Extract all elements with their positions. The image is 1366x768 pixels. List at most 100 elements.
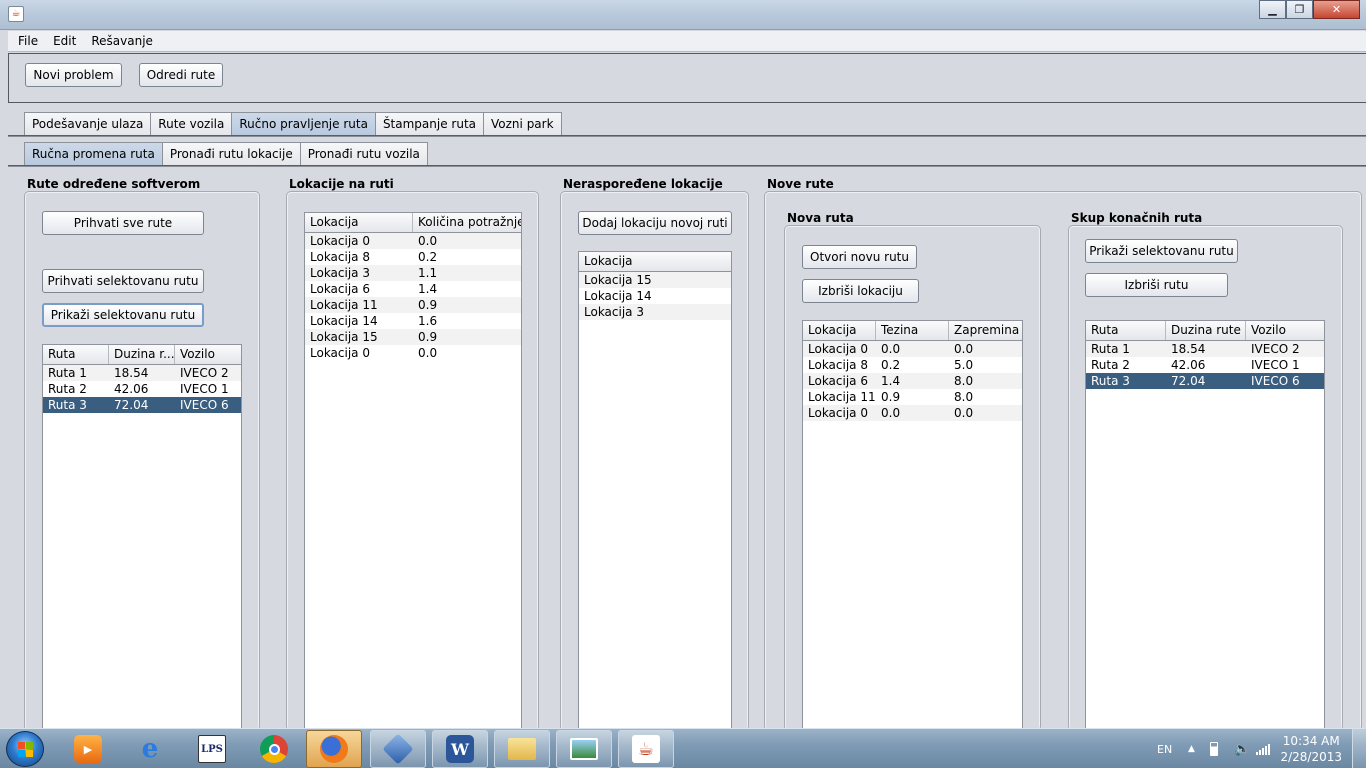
start-button[interactable] [6,731,44,767]
accept-all-routes-button[interactable]: Prihvati sve rute [42,211,204,235]
accept-selected-route-button[interactable]: Prihvati selektovanu rutu [42,269,204,293]
solve-routes-button[interactable]: Odredi rute [139,63,223,87]
taskbar-file-explorer[interactable] [494,730,550,768]
cell: 0.0 [954,406,974,420]
internet-explorer-icon: e [141,734,159,764]
cell: 18.54 [114,366,149,380]
tab-manual-change[interactable]: Ručna promena ruta [24,142,163,165]
network-signal-icon[interactable] [1256,729,1270,768]
taskbar-java[interactable]: ☕ [618,730,674,768]
table-row[interactable]: Lokacija 14 1.6 [305,313,521,329]
media-player-icon: ▶ [74,735,102,763]
tab-manual-routes[interactable]: Ručno pravljenje ruta [231,112,376,135]
column-header[interactable]: Lokacija [305,213,413,232]
column-header[interactable]: Količina potražnje [413,213,521,232]
unassigned-locations-title: Neraspoređene lokacije [563,177,723,191]
tab-print-routes[interactable]: Štampanje ruta [374,112,485,135]
cell: Lokacija 11 [808,390,876,404]
system-clock[interactable]: 10:34 AM 2/28/2013 [1280,733,1342,765]
cell: 72.04 [1171,374,1206,388]
show-hidden-icons-arrow-icon[interactable]: ▲ [1188,729,1195,768]
delete-location-button[interactable]: Izbriši lokaciju [802,279,919,303]
column-header[interactable]: Zapremina [949,321,1022,340]
column-header[interactable]: Ruta [1086,321,1166,340]
column-header[interactable]: Tezina [876,321,949,340]
table-row[interactable]: Lokacija 0 0.0 [305,233,521,249]
language-indicator[interactable]: EN [1157,729,1172,768]
close-button[interactable]: ✕ [1313,0,1360,19]
table-row[interactable]: Lokacija 3 [579,304,731,320]
software-routes-table: Ruta Duzina r... Vozilo Ruta 1 18.54 IVECO… [42,344,242,734]
taskbar-firefox[interactable] [306,730,362,768]
cell: 0.0 [881,406,901,420]
maximize-button[interactable]: ❐ [1286,0,1313,19]
cell: 0.0 [881,342,901,356]
delete-route-button[interactable]: Izbriši rutu [1085,273,1228,297]
tab-find-vehicle-route[interactable]: Pronađi rutu vozila [299,142,428,165]
table-row[interactable]: Lokacija 0 0.0 0.0 [803,341,1022,357]
table-row[interactable]: Lokacija 0 0.0 [305,345,521,361]
cell: 0.0 [954,342,974,356]
open-new-route-button[interactable]: Otvori novu rutu [802,245,917,269]
table-row[interactable]: Lokacija 15 0.9 [305,329,521,345]
new-routes-title: Nove rute [767,177,834,191]
taskbar-internet-explorer[interactable]: e [122,730,178,768]
cell: 1.4 [881,374,901,388]
volume-icon[interactable]: 🔈 [1234,729,1250,768]
cell: IVECO 6 [1251,374,1300,388]
folder-icon [508,738,536,760]
table-row[interactable]: Ruta 2 42.06 IVECO 1 [43,381,241,397]
table-row[interactable]: Lokacija 8 0.2 [305,249,521,265]
table-row[interactable]: Ruta 1 18.54 IVECO 2 [1086,341,1324,357]
table-row[interactable]: Lokacija 3 1.1 [305,265,521,281]
cell: Lokacija 14 [584,289,652,303]
minimize-button[interactable]: ▁ [1259,0,1286,19]
column-header[interactable]: Duzina rute [1166,321,1246,340]
taskbar-photo-viewer[interactable] [556,730,612,768]
taskbar-virtualbox[interactable] [370,730,426,768]
column-header[interactable]: Vozilo [175,345,241,364]
taskbar-lps[interactable]: LPS [184,730,240,768]
taskbar-chrome[interactable] [246,730,302,768]
table-row[interactable]: Lokacija 8 0.2 5.0 [803,357,1022,373]
table-row[interactable]: Ruta 2 42.06 IVECO 1 [1086,357,1324,373]
add-location-to-new-route-button[interactable]: Dodaj lokaciju novoj ruti [578,211,732,235]
menu-edit[interactable]: Edit [43,34,81,48]
column-header[interactable]: Duzina r... [109,345,175,364]
column-header[interactable]: Lokacija [579,252,731,271]
table-row[interactable]: Lokacija 11 0.9 [305,297,521,313]
tab-vehicle-routes[interactable]: Rute vozila [150,112,233,135]
table-row[interactable]: Lokacija 6 1.4 8.0 [803,373,1022,389]
cell: 8.0 [954,374,974,388]
show-selected-route-button[interactable]: Prikaži selektovanu rutu [42,303,204,327]
cell: Lokacija 3 [310,266,370,280]
table-row[interactable]: Lokacija 0 0.0 0.0 [803,405,1022,421]
cell: IVECO 1 [1251,358,1300,372]
taskbar-word[interactable]: W [432,730,488,768]
table-row[interactable]: Lokacija 11 0.9 8.0 [803,389,1022,405]
table-row-selected[interactable]: Ruta 3 72.04 IVECO 6 [1086,373,1324,389]
cell: Lokacija 6 [808,374,868,388]
show-desktop-button[interactable] [1352,729,1366,768]
menu-solving[interactable]: Rešavanje [81,34,158,48]
table-row[interactable]: Lokacija 14 [579,288,731,304]
window-title-bar[interactable]: ☕ ▁ ❐ ✕ [0,0,1366,30]
chrome-icon [260,735,288,763]
show-selected-final-route-button[interactable]: Prikaži selektovanu rutu [1085,239,1238,263]
table-row[interactable]: Lokacija 6 1.4 [305,281,521,297]
table-row-selected[interactable]: Ruta 3 72.04 IVECO 6 [43,397,241,413]
tab-fleet[interactable]: Vozni park [483,112,562,135]
battery-icon[interactable] [1210,729,1218,768]
column-header[interactable]: Vozilo [1246,321,1324,340]
menu-file[interactable]: File [8,34,43,48]
table-row[interactable]: Ruta 1 18.54 IVECO 2 [43,365,241,381]
tab-find-location-route[interactable]: Pronađi rutu lokacije [161,142,301,165]
cell: 0.2 [418,250,438,264]
new-problem-button[interactable]: Novi problem [25,63,122,87]
taskbar-media-player[interactable]: ▶ [60,730,116,768]
column-header[interactable]: Lokacija [803,321,876,340]
column-header[interactable]: Ruta [43,345,109,364]
sub-tab-bar: Ručna promena ruta Pronađi rutu lokacije… [24,142,428,165]
table-row[interactable]: Lokacija 15 [579,272,731,288]
tab-input-settings[interactable]: Podešavanje ulaza [24,112,152,135]
